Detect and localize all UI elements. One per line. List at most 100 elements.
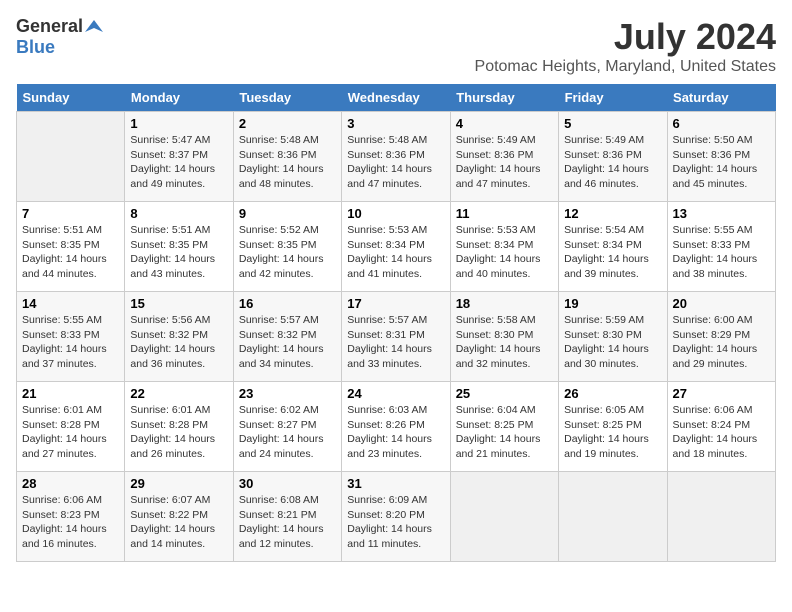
logo: General Blue [16,16,103,58]
weekday-header: Saturday [667,84,775,112]
calendar-cell: 7 Sunrise: 5:51 AM Sunset: 8:35 PM Daylig… [17,202,125,292]
day-info: Sunrise: 6:06 AM Sunset: 8:23 PM Dayligh… [22,493,119,552]
day-number: 12 [564,206,661,221]
day-number: 9 [239,206,336,221]
calendar-cell: 23 Sunrise: 6:02 AM Sunset: 8:27 PM Dayli… [233,382,341,472]
day-info: Sunrise: 6:02 AM Sunset: 8:27 PM Dayligh… [239,403,336,462]
day-number: 13 [673,206,770,221]
logo-bird-icon [85,18,103,36]
calendar-cell: 17 Sunrise: 5:57 AM Sunset: 8:31 PM Dayli… [342,292,450,382]
day-info: Sunrise: 5:48 AM Sunset: 8:36 PM Dayligh… [239,133,336,192]
day-number: 16 [239,296,336,311]
calendar-week-row: 21Sunrise: 6:01 AM Sunset: 8:28 PM Dayli… [17,382,776,472]
weekday-header: Sunday [17,84,125,112]
day-number: 23 [239,386,336,401]
day-number: 1 [130,116,227,131]
day-info: Sunrise: 6:05 AM Sunset: 8:25 PM Dayligh… [564,403,661,462]
day-number: 20 [673,296,770,311]
calendar-cell: 27 Sunrise: 6:06 AM Sunset: 8:24 PM Dayli… [667,382,775,472]
calendar-cell: 21Sunrise: 6:01 AM Sunset: 8:28 PM Dayli… [17,382,125,472]
day-number: 22 [130,386,227,401]
calendar-cell: 13 Sunrise: 5:55 AM Sunset: 8:33 PM Dayli… [667,202,775,292]
day-info: Sunrise: 5:51 AM Sunset: 8:35 PM Dayligh… [22,223,119,282]
day-number: 14 [22,296,119,311]
day-info: Sunrise: 5:56 AM Sunset: 8:32 PM Dayligh… [130,313,227,372]
month-title: July 2024 [475,16,776,58]
calendar-cell: 16 Sunrise: 5:57 AM Sunset: 8:32 PM Dayli… [233,292,341,382]
day-info: Sunrise: 5:59 AM Sunset: 8:30 PM Dayligh… [564,313,661,372]
day-number: 7 [22,206,119,221]
day-info: Sunrise: 5:49 AM Sunset: 8:36 PM Dayligh… [564,133,661,192]
day-number: 4 [456,116,553,131]
calendar-cell: 8 Sunrise: 5:51 AM Sunset: 8:35 PM Daylig… [125,202,233,292]
day-number: 19 [564,296,661,311]
day-number: 2 [239,116,336,131]
day-info: Sunrise: 5:48 AM Sunset: 8:36 PM Dayligh… [347,133,444,192]
calendar-cell: 19 Sunrise: 5:59 AM Sunset: 8:30 PM Dayli… [559,292,667,382]
day-info: Sunrise: 5:53 AM Sunset: 8:34 PM Dayligh… [347,223,444,282]
title-area: July 2024 Potomac Heights, Maryland, Uni… [475,16,776,76]
calendar-week-row: 1 Sunrise: 5:47 AM Sunset: 8:37 PM Daylig… [17,112,776,202]
day-number: 15 [130,296,227,311]
calendar-cell: 28 Sunrise: 6:06 AM Sunset: 8:23 PM Dayli… [17,472,125,562]
calendar-week-row: 7 Sunrise: 5:51 AM Sunset: 8:35 PM Daylig… [17,202,776,292]
calendar-cell: 22 Sunrise: 6:01 AM Sunset: 8:28 PM Dayli… [125,382,233,472]
calendar-cell: 10Sunrise: 5:53 AM Sunset: 8:34 PM Dayli… [342,202,450,292]
calendar-cell: 3 Sunrise: 5:48 AM Sunset: 8:36 PM Daylig… [342,112,450,202]
calendar-cell: 12 Sunrise: 5:54 AM Sunset: 8:34 PM Dayli… [559,202,667,292]
calendar-cell: 1 Sunrise: 5:47 AM Sunset: 8:37 PM Daylig… [125,112,233,202]
weekday-header: Thursday [450,84,558,112]
calendar-cell: 6 Sunrise: 5:50 AM Sunset: 8:36 PM Daylig… [667,112,775,202]
day-info: Sunrise: 5:55 AM Sunset: 8:33 PM Dayligh… [673,223,770,282]
day-info: Sunrise: 5:50 AM Sunset: 8:36 PM Dayligh… [673,133,770,192]
location-title: Potomac Heights, Maryland, United States [475,58,776,76]
day-info: Sunrise: 5:57 AM Sunset: 8:31 PM Dayligh… [347,313,444,372]
day-number: 18 [456,296,553,311]
day-info: Sunrise: 6:09 AM Sunset: 8:20 PM Dayligh… [347,493,444,552]
calendar-cell: 5Sunrise: 5:49 AM Sunset: 8:36 PM Daylig… [559,112,667,202]
calendar-cell: 31 Sunrise: 6:09 AM Sunset: 8:20 PM Dayli… [342,472,450,562]
calendar-cell: 30Sunrise: 6:08 AM Sunset: 8:21 PM Dayli… [233,472,341,562]
day-info: Sunrise: 5:53 AM Sunset: 8:34 PM Dayligh… [456,223,553,282]
day-info: Sunrise: 6:01 AM Sunset: 8:28 PM Dayligh… [22,403,119,462]
calendar-cell: 9 Sunrise: 5:52 AM Sunset: 8:35 PM Daylig… [233,202,341,292]
calendar-cell: 29Sunrise: 6:07 AM Sunset: 8:22 PM Dayli… [125,472,233,562]
day-info: Sunrise: 5:51 AM Sunset: 8:35 PM Dayligh… [130,223,227,282]
calendar-week-row: 14 Sunrise: 5:55 AM Sunset: 8:33 PM Dayli… [17,292,776,382]
day-info: Sunrise: 6:06 AM Sunset: 8:24 PM Dayligh… [673,403,770,462]
header-row: SundayMondayTuesdayWednesdayThursdayFrid… [17,84,776,112]
day-number: 6 [673,116,770,131]
calendar-cell: 2 Sunrise: 5:48 AM Sunset: 8:36 PM Daylig… [233,112,341,202]
day-info: Sunrise: 5:55 AM Sunset: 8:33 PM Dayligh… [22,313,119,372]
calendar-cell: 20 Sunrise: 6:00 AM Sunset: 8:29 PM Dayli… [667,292,775,382]
day-info: Sunrise: 5:57 AM Sunset: 8:32 PM Dayligh… [239,313,336,372]
day-number: 26 [564,386,661,401]
day-number: 28 [22,476,119,491]
day-number: 3 [347,116,444,131]
day-number: 8 [130,206,227,221]
weekday-header: Tuesday [233,84,341,112]
calendar-cell: 24Sunrise: 6:03 AM Sunset: 8:26 PM Dayli… [342,382,450,472]
calendar-cell [667,472,775,562]
day-info: Sunrise: 5:49 AM Sunset: 8:36 PM Dayligh… [456,133,553,192]
day-number: 31 [347,476,444,491]
calendar-cell: 25Sunrise: 6:04 AM Sunset: 8:25 PM Dayli… [450,382,558,472]
day-number: 27 [673,386,770,401]
calendar-cell [559,472,667,562]
day-info: Sunrise: 6:03 AM Sunset: 8:26 PM Dayligh… [347,403,444,462]
calendar-table: SundayMondayTuesdayWednesdayThursdayFrid… [16,84,776,562]
weekday-header: Wednesday [342,84,450,112]
day-number: 25 [456,386,553,401]
day-info: Sunrise: 5:54 AM Sunset: 8:34 PM Dayligh… [564,223,661,282]
day-info: Sunrise: 5:47 AM Sunset: 8:37 PM Dayligh… [130,133,227,192]
day-info: Sunrise: 5:52 AM Sunset: 8:35 PM Dayligh… [239,223,336,282]
day-number: 30 [239,476,336,491]
day-number: 17 [347,296,444,311]
calendar-week-row: 28 Sunrise: 6:06 AM Sunset: 8:23 PM Dayli… [17,472,776,562]
calendar-cell: 4 Sunrise: 5:49 AM Sunset: 8:36 PM Daylig… [450,112,558,202]
weekday-header: Friday [559,84,667,112]
day-info: Sunrise: 6:01 AM Sunset: 8:28 PM Dayligh… [130,403,227,462]
calendar-cell: 11Sunrise: 5:53 AM Sunset: 8:34 PM Dayli… [450,202,558,292]
weekday-header: Monday [125,84,233,112]
day-info: Sunrise: 6:00 AM Sunset: 8:29 PM Dayligh… [673,313,770,372]
